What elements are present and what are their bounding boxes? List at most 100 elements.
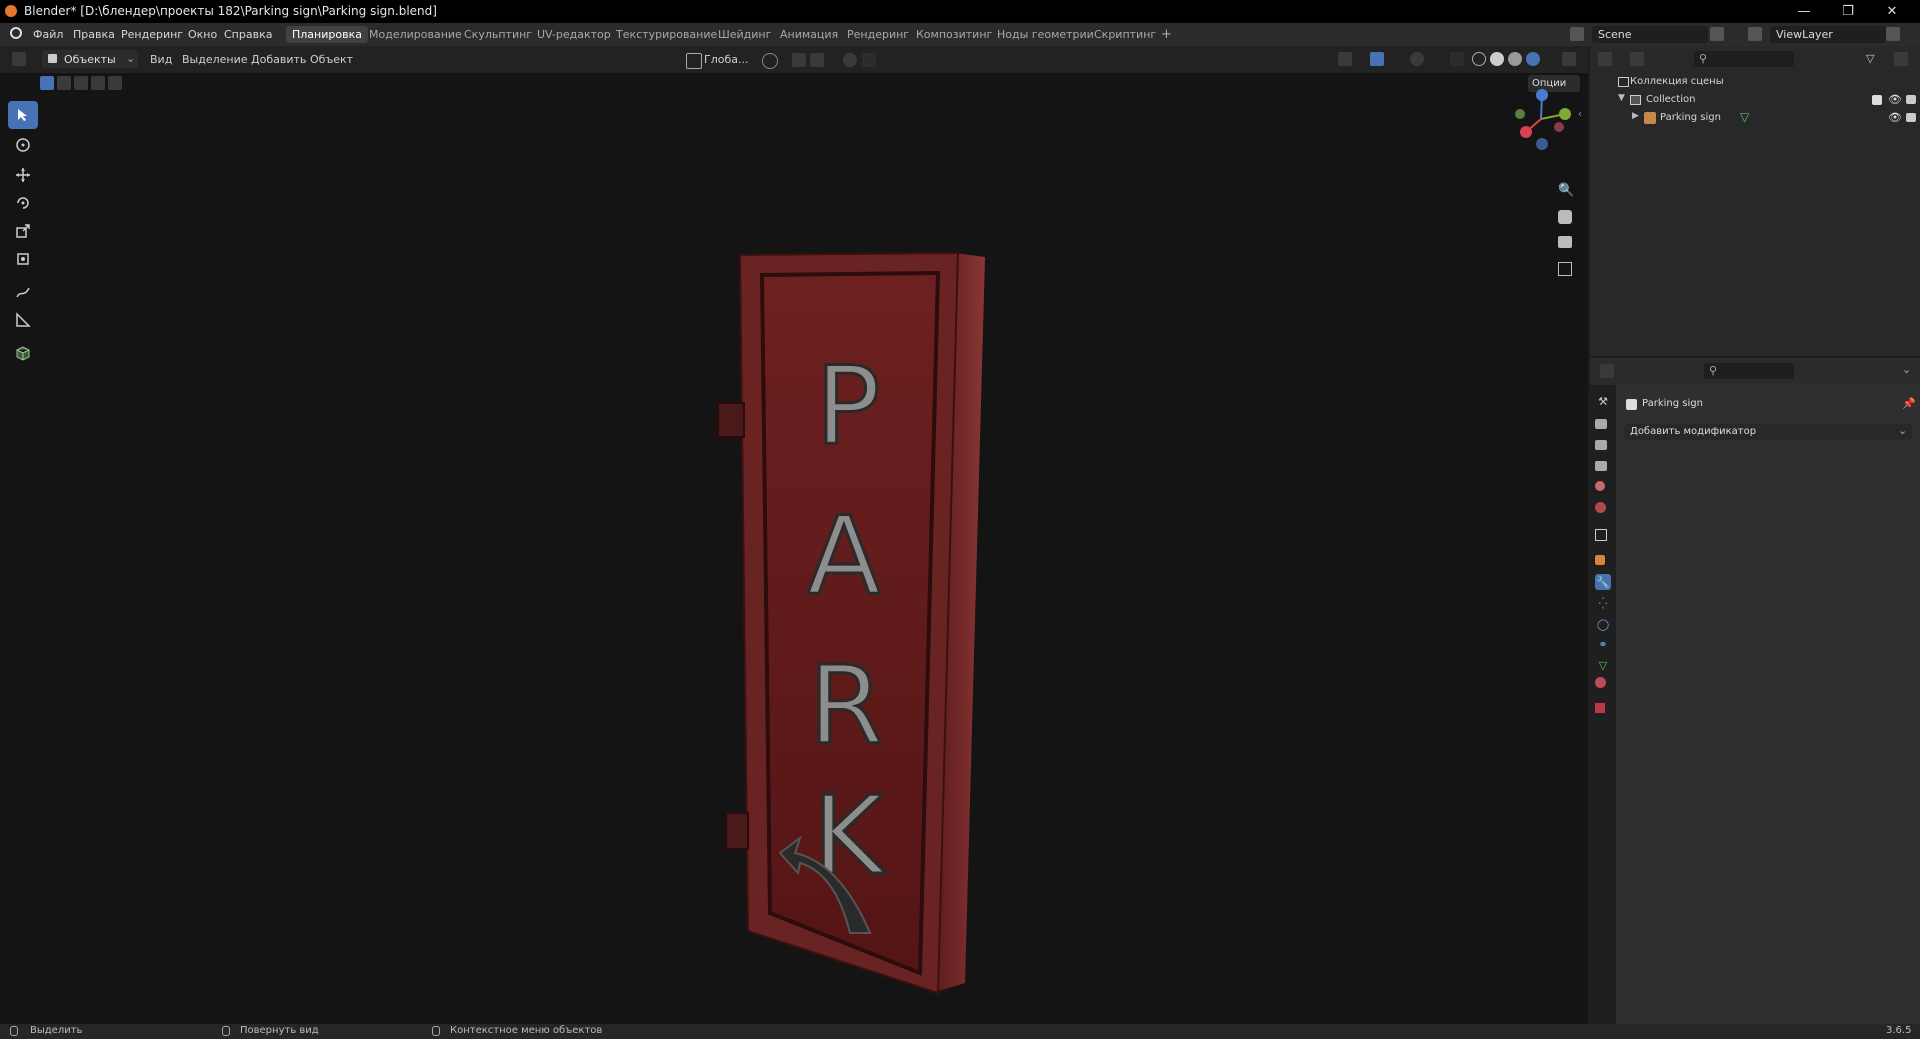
constraints-tab-icon[interactable]: ⚭	[1595, 636, 1611, 652]
tab-shading[interactable]: Шейдинг	[712, 26, 777, 43]
new-collection-icon[interactable]	[1894, 52, 1908, 66]
render-tab-icon[interactable]	[1595, 419, 1607, 429]
select-subtract-icon[interactable]	[74, 76, 88, 90]
exclude-checkbox-icon[interactable]	[1872, 95, 1882, 105]
rendered-shading-icon[interactable]	[1526, 52, 1540, 66]
blender-menu-icon[interactable]	[10, 27, 22, 39]
object-tab-icon[interactable]	[1595, 555, 1605, 565]
add-workspace-button[interactable]: +	[1155, 26, 1178, 43]
scale-tool[interactable]	[8, 217, 38, 245]
expand-arrow-icon[interactable]: ▼	[1618, 93, 1625, 103]
axis-neg-y-icon[interactable]	[1515, 109, 1525, 119]
3d-viewport[interactable]: Опции P A R K 🔍 ‹	[0, 73, 1588, 1024]
tab-modeling[interactable]: Моделирование	[363, 26, 468, 43]
view-layer-icon[interactable]	[1748, 27, 1762, 41]
axis-x-icon[interactable]	[1520, 126, 1532, 138]
camera-render-icon[interactable]	[1906, 95, 1916, 104]
pin-icon[interactable]: 📌	[1902, 397, 1916, 410]
outliner-row-collection[interactable]: ▼ Collection 👁	[1590, 91, 1920, 109]
restore-icon[interactable]: ❐	[1826, 0, 1870, 23]
tab-sculpting[interactable]: Скульптинг	[458, 26, 538, 43]
tab-rendering[interactable]: Рендеринг	[841, 26, 915, 43]
sidebar-toggle-icon[interactable]: ‹	[1578, 109, 1582, 120]
falloff-icon[interactable]	[862, 53, 876, 67]
outliner-row-parking-sign[interactable]: ▶ Parking sign ▽ 👁	[1590, 109, 1920, 127]
visibility-icon[interactable]	[1338, 52, 1352, 66]
scene-tab-icon[interactable]	[1595, 481, 1605, 491]
annotate-tool[interactable]	[8, 278, 38, 306]
menu-object[interactable]: Объект	[310, 53, 353, 66]
particles-tab-icon[interactable]: ⁛	[1595, 595, 1611, 611]
data-tab-icon[interactable]: ▽	[1595, 657, 1611, 673]
snap-icon[interactable]	[792, 53, 806, 67]
pause-icon[interactable]	[1562, 52, 1576, 66]
tab-layout[interactable]: Планировка	[286, 26, 368, 43]
tool-tab-icon[interactable]: ⚒	[1595, 393, 1611, 409]
gizmo-icon[interactable]	[1370, 52, 1384, 66]
menu-help[interactable]: Справка	[224, 28, 272, 41]
menu-view[interactable]: Вид	[150, 53, 172, 66]
select-intersect-icon[interactable]	[108, 76, 122, 90]
properties-editor-icon[interactable]	[1600, 364, 1614, 378]
mode-selector[interactable]: Объекты ⌄	[42, 50, 138, 68]
eye-icon[interactable]: 👁	[1888, 93, 1902, 106]
outliner-row-scene-collection[interactable]: Коллекция сцены	[1590, 73, 1920, 91]
eye-icon[interactable]: 👁	[1888, 111, 1902, 124]
transform-tool[interactable]	[8, 245, 38, 273]
axis-y-icon[interactable]	[1559, 108, 1571, 120]
camera-render-icon[interactable]	[1906, 113, 1916, 122]
new-view-layer-icon[interactable]	[1886, 27, 1900, 41]
physics-tab-icon[interactable]: ◯	[1595, 616, 1611, 632]
snap-target-icon[interactable]	[810, 53, 824, 67]
modifier-tab-icon[interactable]: 🔧	[1595, 574, 1611, 590]
axis-z-icon[interactable]	[1536, 89, 1548, 101]
camera-view-icon[interactable]	[1558, 236, 1572, 248]
cursor-tool[interactable]	[8, 131, 38, 159]
menu-add[interactable]: Добавить	[251, 53, 306, 66]
editor-type-icon[interactable]	[12, 52, 26, 66]
material-tab-icon[interactable]	[1595, 677, 1606, 688]
menu-file[interactable]: Файл	[33, 28, 63, 41]
properties-search-input[interactable]: ⚲	[1704, 363, 1794, 379]
solid-shading-icon[interactable]	[1490, 52, 1504, 66]
tab-uv-editing[interactable]: UV-редактор	[531, 26, 617, 43]
navigation-gizmo[interactable]	[1508, 87, 1572, 151]
proportional-edit-icon[interactable]	[843, 53, 857, 67]
scene-icon[interactable]	[1570, 27, 1584, 41]
chevron-down-icon[interactable]: ⌄	[1902, 363, 1911, 376]
display-mode-icon[interactable]	[1630, 52, 1644, 66]
pan-hand-icon[interactable]	[1558, 210, 1572, 224]
texture-tab-icon[interactable]	[1595, 703, 1605, 713]
add-modifier-dropdown[interactable]: Добавить модификатор ⌄	[1624, 424, 1912, 440]
scene-selector[interactable]: Scene	[1592, 26, 1708, 43]
measure-tool[interactable]	[8, 306, 38, 334]
view-layer-tab-icon[interactable]	[1595, 461, 1607, 471]
outliner-editor-icon[interactable]	[1598, 52, 1612, 66]
tab-animation[interactable]: Анимация	[774, 26, 844, 43]
collapse-arrow-icon[interactable]: ▶	[1632, 111, 1639, 121]
new-scene-icon[interactable]	[1710, 27, 1724, 41]
orientation-selector[interactable]: Глоба...	[704, 53, 748, 66]
rotate-tool[interactable]	[8, 189, 38, 217]
parking-sign-model[interactable]: P A R K	[700, 213, 1020, 1003]
select-new-icon[interactable]	[40, 76, 54, 90]
outliner-search-input[interactable]: ⚲	[1694, 51, 1794, 67]
menu-render[interactable]: Рендеринг	[121, 28, 183, 41]
output-tab-icon[interactable]	[1595, 440, 1607, 450]
select-extend-icon[interactable]	[57, 76, 71, 90]
overlays-icon[interactable]	[1410, 52, 1424, 66]
menu-select[interactable]: Выделение	[182, 53, 248, 66]
select-mode-buttons[interactable]	[40, 76, 124, 90]
select-difference-icon[interactable]	[91, 76, 105, 90]
menu-edit[interactable]: Правка	[73, 28, 115, 41]
axis-neg-z-icon[interactable]	[1536, 138, 1548, 150]
tab-geometry-nodes[interactable]: Ноды геометрии	[991, 26, 1100, 43]
tab-scripting[interactable]: Скриптинг	[1088, 26, 1162, 43]
minimize-icon[interactable]: —	[1782, 0, 1826, 23]
perspective-grid-icon[interactable]	[1558, 262, 1572, 276]
menu-window[interactable]: Окно	[188, 28, 217, 41]
move-tool[interactable]	[8, 161, 38, 189]
pivot-icon[interactable]	[762, 53, 778, 69]
select-box-tool[interactable]	[8, 101, 38, 129]
world-tab-icon[interactable]	[1595, 502, 1606, 513]
